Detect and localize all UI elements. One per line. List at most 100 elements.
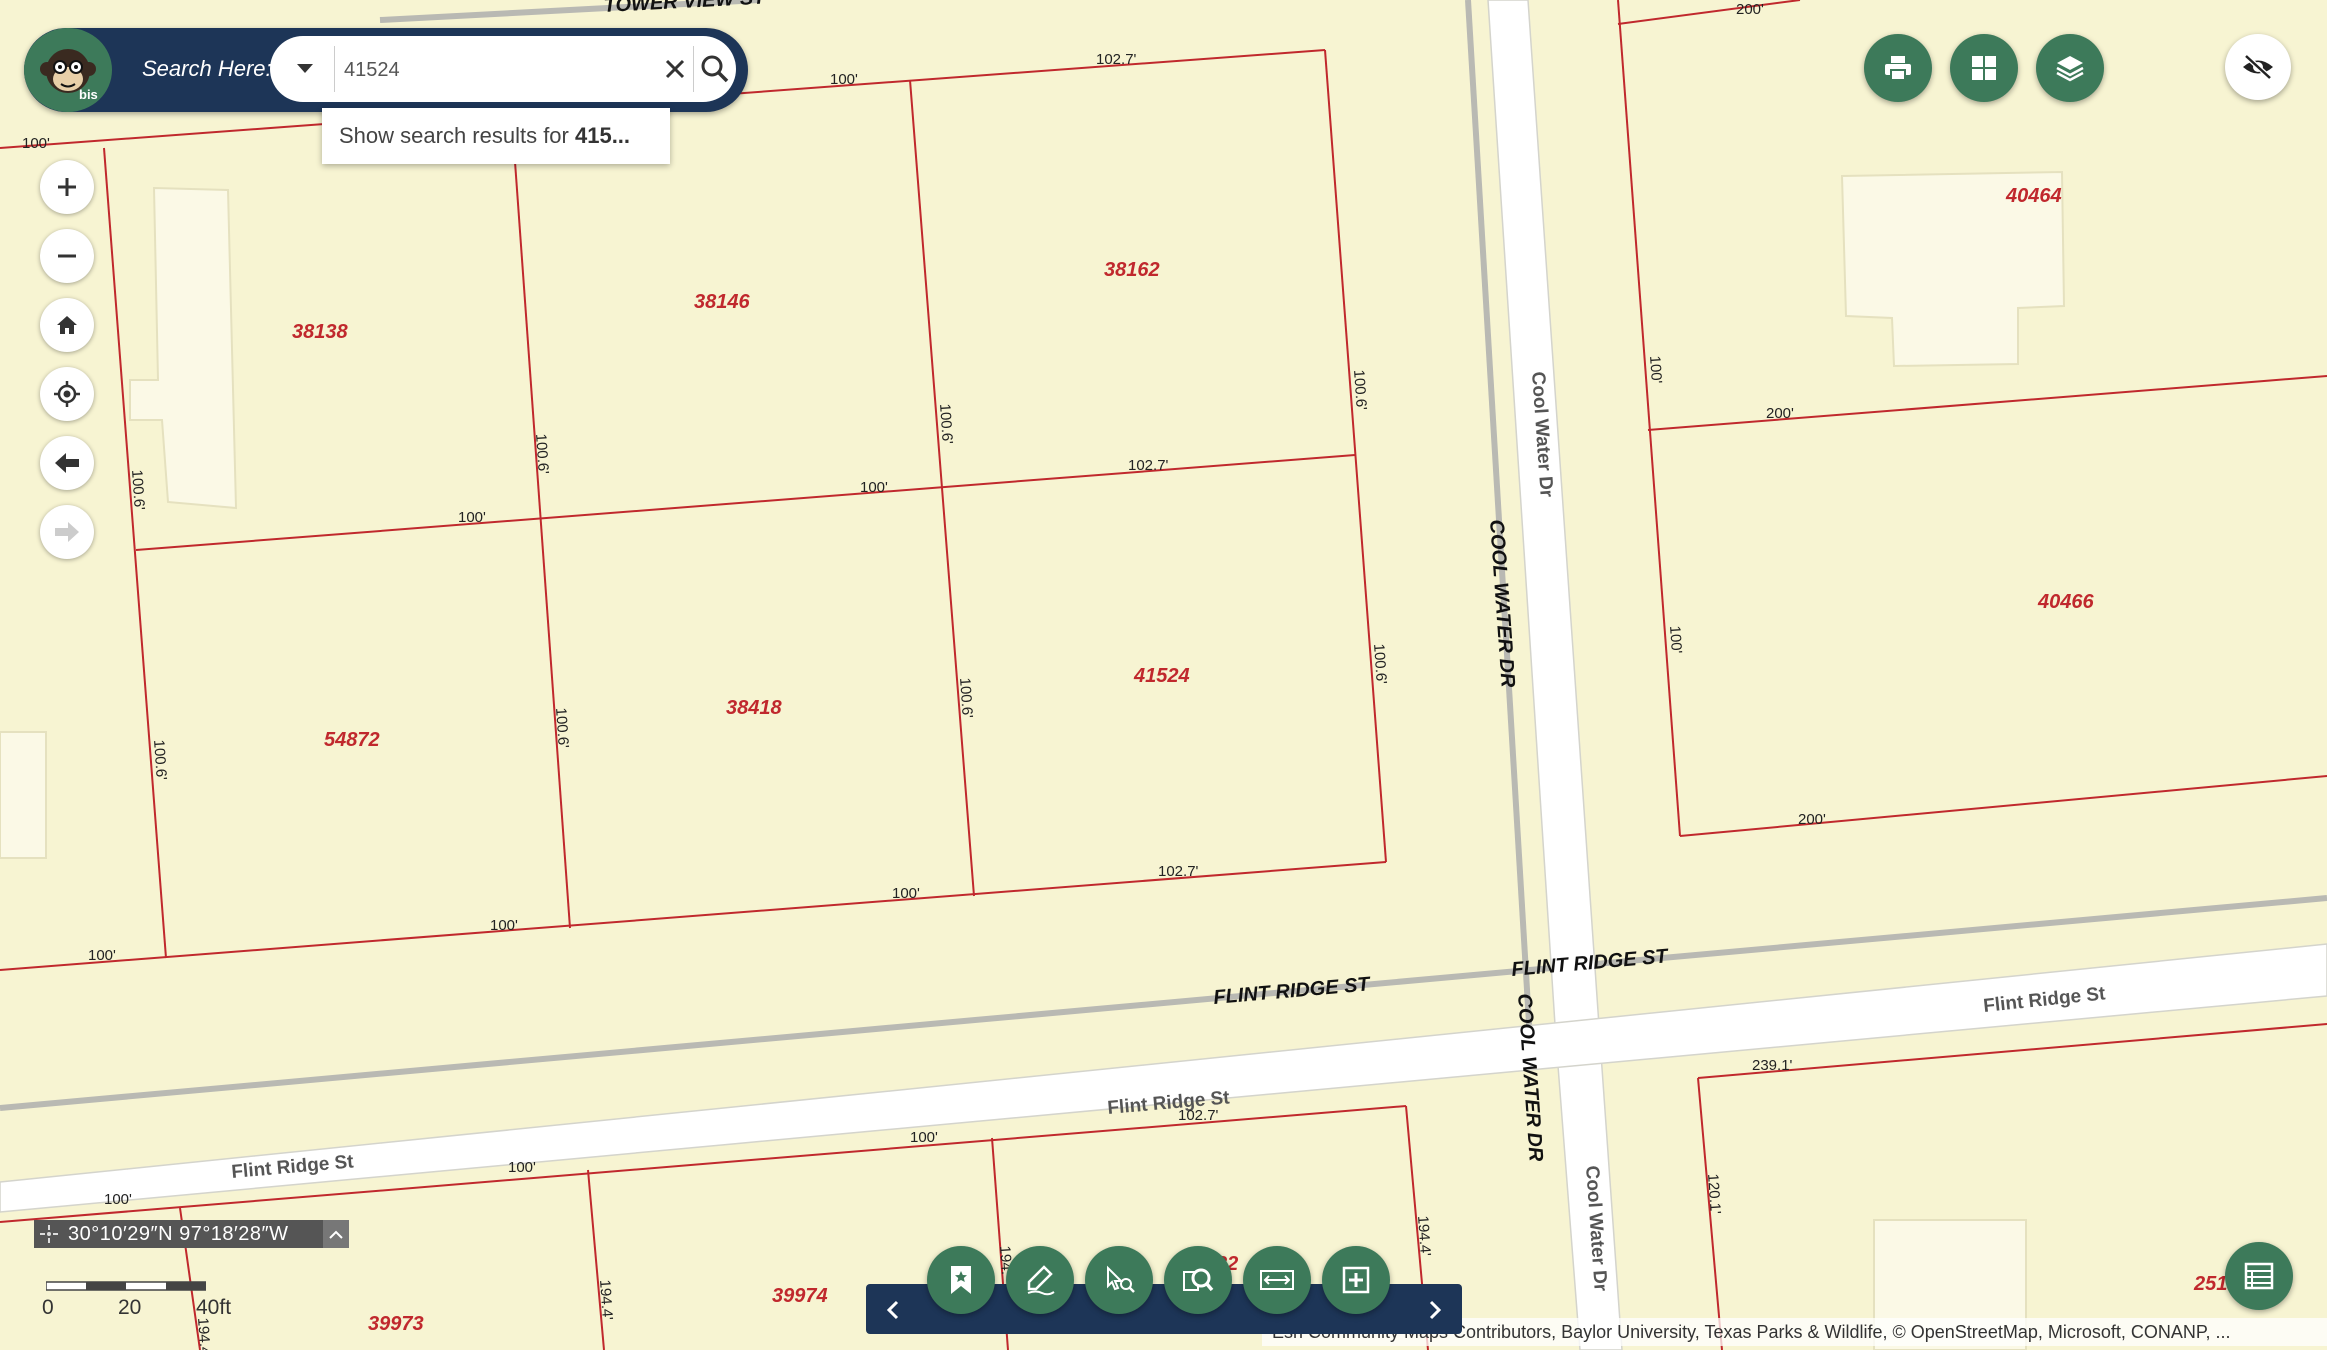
minus-icon [58, 254, 76, 258]
hide-ui-button[interactable] [2225, 34, 2291, 100]
dimension-label: 100' [1646, 355, 1665, 384]
attribute-table-button[interactable] [2225, 1242, 2293, 1310]
draw-icon [1027, 1265, 1055, 1296]
search-label: Search Here: [142, 56, 272, 81]
parcel-id[interactable]: 39973 [368, 1313, 424, 1335]
dimension-label: 100' [860, 479, 888, 496]
locate-icon [54, 381, 80, 407]
dimension-label: 194.4' [1414, 1215, 1434, 1257]
parcel-id[interactable]: 38162 [1104, 259, 1160, 281]
dimension-label: 100.6' [1350, 369, 1370, 411]
search-box [270, 36, 736, 102]
parcel-id[interactable]: 41524 [1133, 665, 1190, 687]
table-icon [2244, 1262, 2274, 1290]
zoom-in-button[interactable] [40, 160, 94, 214]
identify-button[interactable] [1085, 1246, 1153, 1314]
parcel-id[interactable]: 38146 [694, 291, 750, 313]
layers-button[interactable] [2036, 34, 2104, 102]
dimension-label: 100' [104, 1191, 132, 1208]
dimension-label: 102.7' [1096, 51, 1137, 68]
dimension-label: 102.7' [1178, 1107, 1219, 1124]
dimension-label: 100.6' [552, 707, 572, 749]
dimension-label: 120.1' [1704, 1173, 1724, 1215]
dimension-label: 100.6' [956, 677, 976, 719]
plus-icon [58, 178, 76, 196]
search-input[interactable] [342, 48, 646, 92]
bookmarks-button[interactable] [927, 1246, 995, 1314]
dimension-label: 100.6' [936, 403, 956, 445]
dimension-label: 100' [458, 509, 486, 526]
back-arrow-icon [55, 453, 79, 473]
parcel-id[interactable]: 40464 [2005, 185, 2062, 207]
search-source-dropdown[interactable] [288, 54, 322, 84]
add-data-icon [1342, 1266, 1370, 1294]
grid-icon [1972, 56, 1996, 80]
coordinate-display: 30°10′29″N 97°18′28″W [34, 1220, 349, 1248]
dimension-label: 100.6' [128, 469, 148, 511]
dimension-label: 100' [22, 135, 50, 152]
dimension-label: 194.4' [194, 1317, 214, 1350]
dimension-label: 100' [1666, 625, 1685, 654]
search-button[interactable] [696, 50, 734, 88]
bookmark-icon [951, 1266, 971, 1294]
dimension-label: 100' [88, 947, 116, 964]
previous-extent-button[interactable] [40, 436, 94, 490]
home-button[interactable] [40, 298, 94, 352]
coordinate-text: 30°10′29″N 97°18′28″W [68, 1222, 289, 1245]
identify-icon [1107, 1265, 1135, 1293]
coordinate-expand-button[interactable] [323, 1220, 349, 1248]
draw-button[interactable] [1006, 1246, 1074, 1314]
parcel-id[interactable]: 38138 [292, 321, 348, 343]
dimension-label: 100.6' [1370, 643, 1390, 685]
dimension-label: 194.4' [596, 1279, 616, 1321]
measure-icon [1260, 1270, 1294, 1290]
search-icon [701, 55, 729, 83]
print-icon [1885, 56, 1911, 81]
dimension-label: 102.7' [1158, 863, 1199, 880]
crosshair-icon[interactable] [34, 1220, 64, 1248]
dimension-label: 100' [508, 1159, 536, 1176]
chevron-up-icon [329, 1230, 343, 1239]
map-canvas[interactable]: TOWER VIEW ST COOL WATER DR COOL WATER D… [0, 0, 2327, 1350]
scale-label-end: 40ft [196, 1296, 232, 1319]
suggestion-term: 415... [574, 123, 631, 148]
layers-icon [2056, 56, 2084, 82]
add-data-button[interactable] [1322, 1246, 1390, 1314]
print-button[interactable] [1864, 34, 1932, 102]
search-suggestion[interactable]: Show search results for 415... [322, 108, 670, 164]
parcel-id[interactable]: 54872 [324, 729, 380, 751]
hide-icon [2243, 54, 2273, 80]
locate-button[interactable] [40, 367, 94, 421]
measure-button[interactable] [1243, 1246, 1311, 1314]
scale-label-zero: 0 [42, 1296, 54, 1319]
monkey-logo-icon: bis [40, 49, 98, 102]
dimension-label: 100.6' [532, 433, 552, 475]
dimension-label: 102.7' [1128, 457, 1169, 474]
home-icon [57, 316, 77, 334]
caret-down-icon [297, 64, 313, 73]
query-button[interactable] [1164, 1246, 1232, 1314]
dimension-label: 100' [490, 917, 518, 934]
toolbar-prev-button[interactable] [878, 1296, 908, 1324]
suggestion-prefix: Show search results for [339, 123, 575, 148]
search-area-icon [1183, 1268, 1214, 1292]
zoom-out-button[interactable] [40, 229, 94, 283]
dimension-label: 239.1' [1752, 1057, 1793, 1074]
toolbar-next-button[interactable] [1420, 1296, 1450, 1324]
parcel-id[interactable]: 39974 [772, 1285, 828, 1307]
close-icon [665, 59, 685, 79]
building [0, 731, 47, 859]
dimension-label: 200' [1766, 405, 1794, 422]
dimension-label: 100' [910, 1129, 938, 1146]
clear-search-button[interactable] [658, 52, 692, 86]
scale-label-mid: 20 [118, 1296, 142, 1319]
parcel-id[interactable]: 40466 [2037, 591, 2094, 613]
svg-text:bis: bis [79, 87, 98, 102]
dimension-label: 100' [830, 71, 858, 88]
dimension-label: 100.6' [150, 739, 170, 781]
app-logo[interactable]: bis [24, 28, 112, 112]
basemap-gallery-button[interactable] [1950, 34, 2018, 102]
parcel-id[interactable]: 38418 [726, 697, 782, 719]
next-extent-button[interactable] [40, 505, 94, 559]
chevron-left-icon [886, 1300, 899, 1320]
